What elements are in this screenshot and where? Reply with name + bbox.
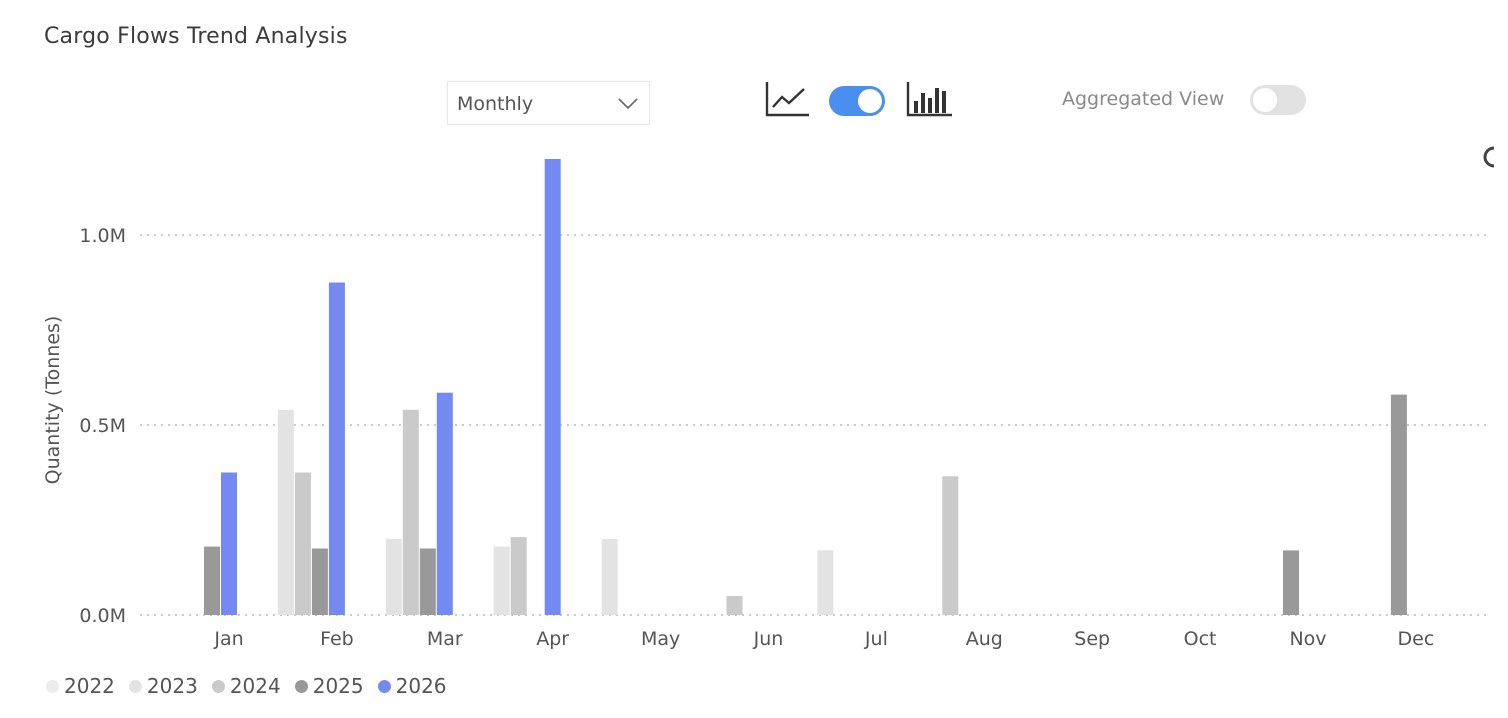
x-tick-label: Dec	[1398, 628, 1435, 650]
legend-item-2023[interactable]: 2023	[128, 674, 198, 698]
bar-2025-feb	[311, 548, 328, 615]
bar-2023-apr	[493, 546, 510, 615]
bar-2023-jul	[817, 550, 834, 615]
cargo-flows-panel: Cargo Flows Trend Analysis Monthly Aggre…	[0, 0, 1508, 718]
legend-item-2026[interactable]: 2026	[377, 674, 447, 698]
legend-label: 2026	[395, 674, 447, 698]
legend-swatch	[211, 679, 225, 693]
bar-2026-mar	[436, 392, 453, 615]
legend-swatch	[128, 679, 142, 693]
bar-2024-apr	[510, 537, 527, 615]
legend-item-2022[interactable]: 2022	[46, 674, 115, 698]
bar-2023-feb	[277, 409, 294, 615]
bar-2025-jan	[204, 546, 220, 615]
x-tick-label: Jun	[753, 628, 784, 650]
bar-chart: 0.0M 0.5M 1.0M Quantity (Tonnes) Jan Feb Mar Ap…	[42, 159, 1490, 650]
bar-2025-nov	[1283, 550, 1299, 615]
bar-2024-mar	[402, 409, 419, 615]
bar-2025-dec	[1390, 394, 1407, 615]
bar-2023-may	[601, 539, 618, 615]
bar-2026-jan	[221, 472, 237, 615]
legend-label: 2022	[64, 674, 115, 698]
bar-2023-mar	[385, 539, 402, 615]
bar-2024-aug	[942, 476, 959, 615]
y-tick-label: 0.5M	[79, 415, 126, 437]
x-tick-label: Mar	[427, 628, 463, 650]
x-tick-label: Sep	[1074, 628, 1110, 650]
chart-legend: 2022 2023 2024 2025 2026	[46, 673, 461, 699]
legend-item-2025[interactable]: 2025	[294, 674, 364, 698]
x-tick-label: Jul	[864, 628, 888, 650]
x-tick-label: Nov	[1289, 628, 1326, 650]
x-tick-label: May	[641, 628, 680, 650]
y-axis-label: Quantity (Tonnes)	[42, 316, 64, 485]
x-tick-label: Feb	[320, 628, 354, 650]
legend-label: 2023	[146, 674, 198, 698]
x-tick-label: Oct	[1184, 628, 1217, 650]
legend-swatch	[377, 679, 391, 693]
legend-item-2024[interactable]: 2024	[211, 674, 281, 698]
bar-2026-feb	[328, 282, 345, 615]
legend-swatch	[294, 679, 308, 693]
x-tick-label: Apr	[536, 628, 569, 650]
legend-label: 2024	[229, 674, 281, 698]
x-tick-label: Aug	[966, 628, 1003, 650]
legend-swatch	[46, 679, 59, 693]
bar-2026-apr	[544, 159, 561, 615]
bar-2024-jun	[726, 596, 743, 615]
y-tick-label: 1.0M	[79, 225, 126, 247]
bar-2025-mar	[419, 548, 436, 615]
y-tick-label: 0.0M	[79, 605, 126, 627]
bar-2024-feb	[294, 472, 311, 615]
legend-label: 2025	[312, 674, 364, 698]
x-tick-label: Jan	[213, 628, 243, 650]
